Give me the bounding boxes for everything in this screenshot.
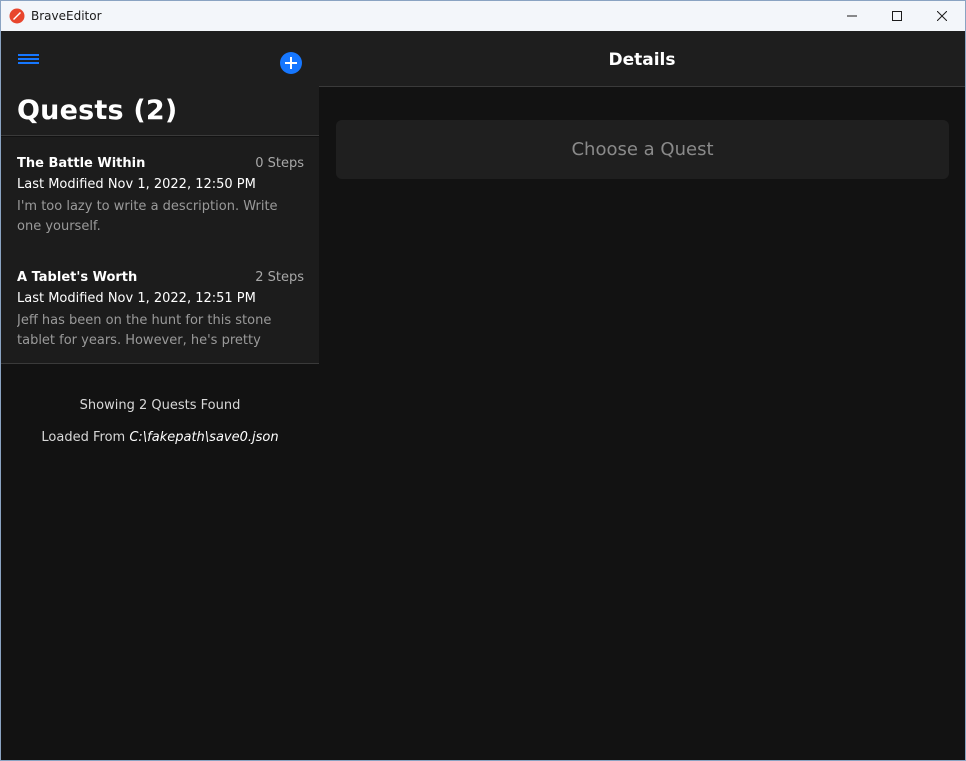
add-quest-button[interactable]	[280, 52, 302, 74]
quest-name: The Battle Within	[17, 156, 146, 171]
quests-found-status: Showing 2 Quests Found	[79, 398, 241, 413]
choose-quest-placeholder: Choose a Quest	[336, 120, 949, 179]
app-logo-icon	[9, 8, 25, 24]
app-window: BraveEditor Quests (2) The Battle Within…	[0, 0, 966, 761]
title-bar: BraveEditor	[1, 1, 965, 31]
maximize-button[interactable]	[874, 1, 920, 31]
loaded-from-status: Loaded From C:\fakepath\save0.json	[1, 430, 319, 445]
quest-modified-date: Last Modified Nov 1, 2022, 12:50 PM	[17, 177, 256, 192]
plus-icon	[285, 57, 297, 69]
quest-name: A Tablet's Worth	[17, 270, 138, 285]
quest-modified-date: Last Modified Nov 1, 2022, 12:51 PM	[17, 291, 256, 306]
quest-list-item[interactable]: The Battle Within 0 Steps Last Modified …	[1, 137, 319, 251]
details-header: Details	[319, 31, 965, 87]
hamburger-menu-icon[interactable]	[18, 52, 40, 68]
maximize-icon	[892, 11, 902, 21]
loaded-file-path: C:\fakepath\save0.json	[129, 430, 279, 445]
minimize-button[interactable]	[829, 1, 875, 31]
window-title: BraveEditor	[31, 9, 102, 23]
sidebar: Quests (2) The Battle Within 0 Steps Las…	[1, 31, 319, 760]
choose-quest-text: Choose a Quest	[571, 139, 714, 160]
sidebar-header: Quests (2)	[1, 31, 319, 136]
close-button[interactable]	[919, 1, 965, 31]
quests-heading: Quests (2)	[17, 95, 178, 126]
loaded-from-label: Loaded From	[41, 430, 126, 445]
quest-description: I'm too lazy to write a description. Wri…	[17, 199, 278, 234]
quest-description: Jeff has been on the hunt for this stone…	[17, 313, 272, 348]
quest-steps-count: 0 Steps	[255, 156, 304, 171]
quest-steps-count: 2 Steps	[255, 270, 304, 285]
details-title: Details	[608, 50, 676, 70]
close-icon	[937, 11, 947, 21]
quest-list: The Battle Within 0 Steps Last Modified …	[1, 137, 319, 364]
quest-list-item[interactable]: A Tablet's Worth 2 Steps Last Modified N…	[1, 251, 319, 365]
minimize-icon	[847, 15, 857, 17]
